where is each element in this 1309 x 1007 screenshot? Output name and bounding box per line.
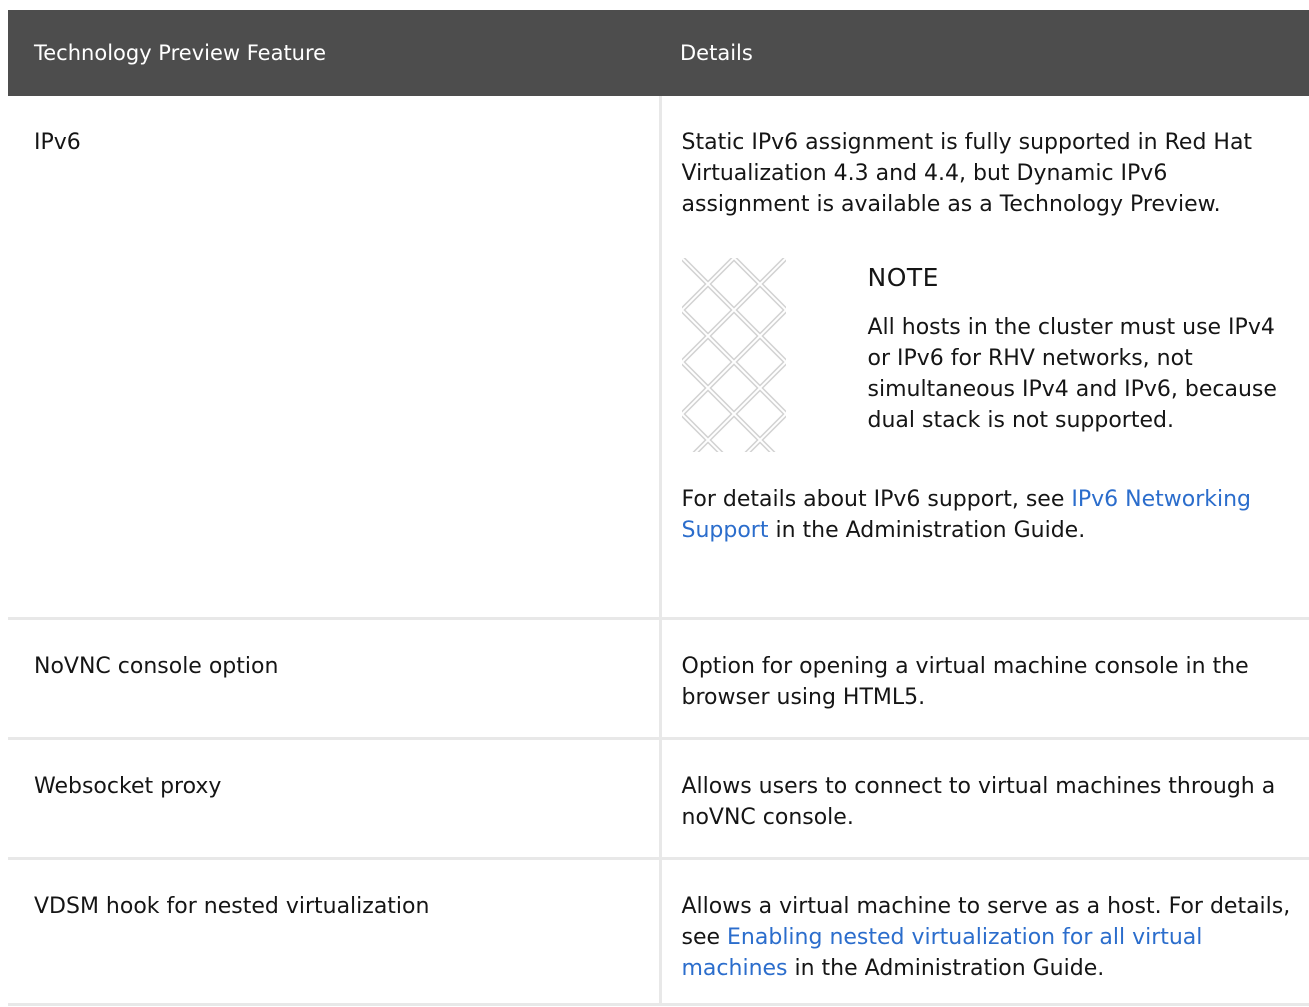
footer-after: in the Administration Guide. bbox=[768, 518, 1086, 543]
details-text: Allows a virtual machine to serve as a h… bbox=[682, 891, 1298, 984]
details-text: Static IPv6 assignment is fully supporte… bbox=[681, 130, 1253, 217]
note-pattern-icon bbox=[681, 258, 786, 452]
table-row: VDSM hook for nested virtualization Allo… bbox=[8, 858, 1309, 1006]
header-feature: Technology Preview Feature bbox=[8, 10, 660, 96]
technology-preview-table: Technology Preview Feature Details IPv6 … bbox=[8, 10, 1309, 1006]
table-header: Technology Preview Feature Details bbox=[8, 10, 1309, 96]
feature-cell: VDSM hook for nested virtualization bbox=[8, 858, 662, 1006]
details-after: in the Administration Guide. bbox=[787, 956, 1105, 981]
header-details: Details bbox=[660, 10, 1309, 96]
details-cell: Option for opening a virtual machine con… bbox=[660, 618, 1309, 740]
details-cell: Static IPv6 assignment is fully supporte… bbox=[660, 96, 1309, 620]
page: Technology Preview Feature Details IPv6 … bbox=[0, 0, 1309, 1007]
feature-cell: NoVNC console option bbox=[8, 618, 662, 740]
ipv6-footer-text: For details about IPv6 support, see IPv6… bbox=[682, 484, 1298, 546]
details-text: Allows users to connect to virtual machi… bbox=[681, 774, 1276, 830]
note-admonition: NOTE All hosts in the cluster must use I… bbox=[681, 258, 1298, 452]
details-cell: Allows users to connect to virtual machi… bbox=[660, 738, 1309, 860]
note-title: NOTE bbox=[867, 263, 939, 292]
table-row: Websocket proxy Allows users to connect … bbox=[8, 738, 1309, 860]
feature-cell: IPv6 bbox=[8, 96, 662, 620]
details-cell: Allows a virtual machine to serve as a h… bbox=[660, 858, 1309, 1006]
note-body: NOTE All hosts in the cluster must use I… bbox=[868, 258, 1298, 452]
header-row: Technology Preview Feature Details bbox=[8, 10, 1309, 96]
note-text: All hosts in the cluster must use IPv4 o… bbox=[867, 315, 1277, 433]
footer-before: For details about IPv6 support, see bbox=[681, 487, 1072, 512]
details-text: Option for opening a virtual machine con… bbox=[681, 654, 1249, 710]
feature-cell: Websocket proxy bbox=[8, 738, 662, 860]
table-row: NoVNC console option Option for opening … bbox=[8, 618, 1309, 740]
table-row: IPv6 Static IPv6 assignment is fully sup… bbox=[8, 96, 1309, 620]
table-body: IPv6 Static IPv6 assignment is fully sup… bbox=[8, 96, 1309, 1006]
